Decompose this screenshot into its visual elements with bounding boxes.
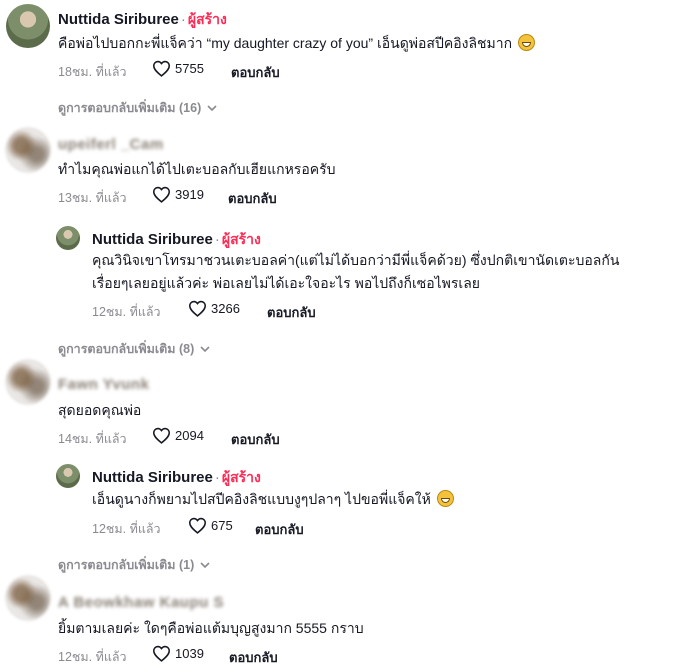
avatar[interactable] xyxy=(56,464,80,488)
comment-author[interactable]: Nuttida Siriburee xyxy=(58,11,179,28)
heart-outline-icon xyxy=(152,186,171,203)
comment-author[interactable]: Fawn Yvunk xyxy=(58,376,149,393)
avatar[interactable] xyxy=(6,128,50,172)
like-button[interactable]: 5755 xyxy=(152,60,204,77)
reply-time: 12ชม. ที่แล้ว xyxy=(92,522,161,536)
like-button[interactable]: 1039 xyxy=(152,645,204,662)
like-count: 2094 xyxy=(175,428,204,443)
chevron-down-icon xyxy=(200,562,210,569)
comment-time: 18ชม. ที่แล้ว xyxy=(58,65,127,79)
heart-outline-icon xyxy=(152,427,171,444)
grinning-face-icon xyxy=(436,490,454,507)
creator-badge: ผู้สร้าง xyxy=(221,231,261,247)
comment-text: สุดยอดคุณพ่อ xyxy=(58,402,142,418)
comment-author[interactable]: A Beowkhaw Kaupu S xyxy=(58,594,224,611)
view-more-replies[interactable]: ดูการตอบกลับเพิ่มเติม (16) xyxy=(58,98,217,118)
reply-button[interactable]: ตอบกลับ xyxy=(228,188,277,209)
comment-time: 13ชม. ที่แล้ว xyxy=(58,191,127,205)
reply-button[interactable]: ตอบกลับ xyxy=(267,302,316,323)
creator-badge: ผู้สร้าง xyxy=(221,469,261,485)
separator-dot: · xyxy=(180,11,186,28)
like-button[interactable]: 3919 xyxy=(152,186,204,203)
comment-text: ยิ้มตามเลยค่ะ ใดๆคือพ่อแต้มบุญสูงมาก 555… xyxy=(58,620,364,636)
like-count: 1039 xyxy=(175,646,204,661)
heart-outline-icon xyxy=(188,300,207,317)
chevron-down-icon xyxy=(200,346,210,353)
reply-button[interactable]: ตอบกลับ xyxy=(255,519,304,540)
comment-text: ทำไมคุณพ่อแกได้ไปเตะบอลกับเฮียแกหรอครับ xyxy=(58,161,336,177)
chevron-down-icon xyxy=(207,105,217,112)
like-count: 3266 xyxy=(211,301,240,316)
creator-badge: ผู้สร้าง xyxy=(187,11,227,27)
reply-author[interactable]: Nuttida Siriburee xyxy=(92,469,213,486)
reply-time: 12ชม. ที่แล้ว xyxy=(92,305,161,319)
avatar[interactable] xyxy=(6,360,50,404)
avatar[interactable] xyxy=(56,226,80,250)
view-more-label: ดูการตอบกลับเพิ่มเติม (8) xyxy=(58,342,195,356)
like-count: 3919 xyxy=(175,187,204,202)
like-count: 5755 xyxy=(175,61,204,76)
view-more-replies[interactable]: ดูการตอบกลับเพิ่มเติม (8) xyxy=(58,339,210,359)
grinning-face-icon xyxy=(518,34,536,51)
heart-outline-icon xyxy=(188,517,207,534)
avatar[interactable] xyxy=(6,576,50,620)
reply-text-line: เรื่อยๆเลยอยู่แล้วค่ะ พ่อเลยไม่ได้เอะใจอ… xyxy=(92,275,480,291)
heart-outline-icon xyxy=(152,645,171,662)
like-button[interactable]: 3266 xyxy=(188,300,240,317)
comment-time: 12ชม. ที่แล้ว xyxy=(58,650,127,664)
view-more-label: ดูการตอบกลับเพิ่มเติม (1) xyxy=(58,558,195,572)
like-button[interactable]: 2094 xyxy=(152,427,204,444)
reply-author[interactable]: Nuttida Siriburee xyxy=(92,231,213,248)
like-button[interactable]: 675 xyxy=(188,517,233,534)
avatar[interactable] xyxy=(6,4,50,48)
reply-button[interactable]: ตอบกลับ xyxy=(231,62,280,83)
comment-text: คือพ่อไปบอกกะพี่แจ็คว่า “my daughter cra… xyxy=(58,35,513,51)
like-count: 675 xyxy=(211,518,233,533)
comment-author[interactable]: upeiferl _Cam xyxy=(58,136,164,153)
reply-button[interactable]: ตอบกลับ xyxy=(229,647,278,668)
reply-text: เอ็นดูนางก็พยามไปสปีคอิงลิชแบบงูๆปลาๆ ไป… xyxy=(92,491,431,507)
reply-text-line: คุณวินิจเขาโทรมาชวนเตะบอลค่า(แต่ไม่ได้บอ… xyxy=(92,252,620,268)
separator-dot: · xyxy=(214,469,220,486)
separator-dot: · xyxy=(214,231,220,248)
view-more-replies[interactable]: ดูการตอบกลับเพิ่มเติม (1) xyxy=(58,555,210,575)
heart-outline-icon xyxy=(152,60,171,77)
view-more-label: ดูการตอบกลับเพิ่มเติม (16) xyxy=(58,101,202,115)
comment-time: 14ชม. ที่แล้ว xyxy=(58,432,127,446)
reply-button[interactable]: ตอบกลับ xyxy=(231,429,280,450)
